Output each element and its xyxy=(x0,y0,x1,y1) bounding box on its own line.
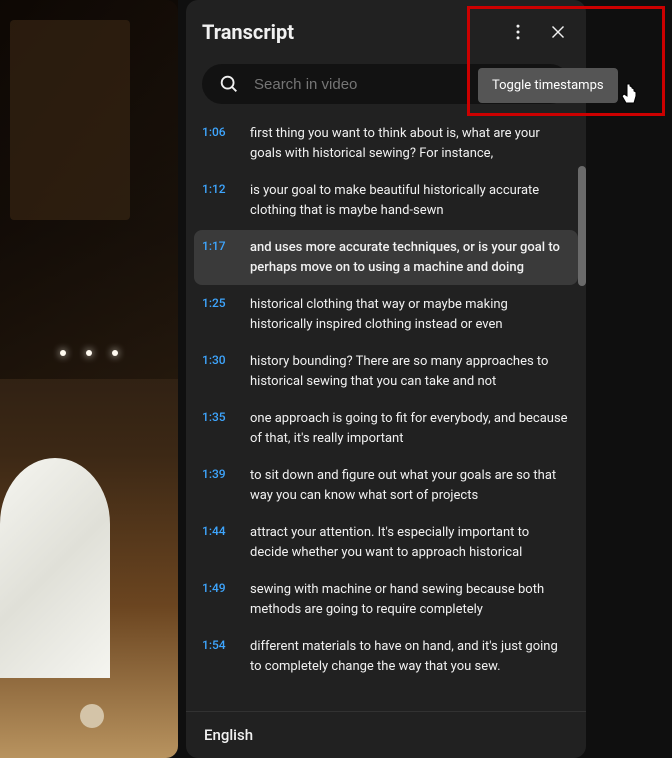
timestamp[interactable]: 1:25 xyxy=(202,295,242,334)
transcript-row[interactable]: 1:25historical clothing that way or mayb… xyxy=(194,287,578,342)
transcript-list[interactable]: 1:06first thing you want to think about … xyxy=(186,116,586,711)
close-button[interactable] xyxy=(538,12,578,52)
toggle-timestamps-menu-item[interactable]: Toggle timestamps xyxy=(478,68,618,103)
transcript-row[interactable]: 1:54different materials to have on hand,… xyxy=(194,629,578,684)
transcript-text: different materials to have on hand, and… xyxy=(242,637,570,676)
search-icon xyxy=(218,73,240,95)
language-selector[interactable]: English xyxy=(204,726,568,744)
timestamp[interactable]: 1:54 xyxy=(202,637,242,676)
transcript-row[interactable]: 1:30history bounding? There are so many … xyxy=(194,344,578,399)
transcript-text: sewing with machine or hand sewing becau… xyxy=(242,580,570,619)
close-icon xyxy=(547,21,569,43)
transcript-text: to sit down and figure out what your goa… xyxy=(242,466,570,505)
panel-title: Transcript xyxy=(202,20,498,44)
transcript-row[interactable]: 1:17and uses more accurate techniques, o… xyxy=(194,230,578,285)
timestamp[interactable]: 1:39 xyxy=(202,466,242,505)
transcript-row[interactable]: 1:06first thing you want to think about … xyxy=(194,116,578,171)
transcript-text: and uses more accurate techniques, or is… xyxy=(242,238,570,277)
transcript-text: one approach is going to fit for everybo… xyxy=(242,409,570,448)
timestamp[interactable]: 1:44 xyxy=(202,523,242,562)
panel-header: Transcript xyxy=(186,0,586,60)
timestamp[interactable]: 1:30 xyxy=(202,352,242,391)
transcript-text: attract your attention. It's especially … xyxy=(242,523,570,562)
transcript-text: history bounding? There are so many appr… xyxy=(242,352,570,391)
transcript-row[interactable]: 1:44attract your attention. It's especia… xyxy=(194,515,578,570)
scrollbar-thumb[interactable] xyxy=(578,166,586,286)
video-thumbnail xyxy=(0,0,178,758)
transcript-row[interactable]: 1:12is your goal to make beautiful histo… xyxy=(194,173,578,228)
timestamp[interactable]: 1:12 xyxy=(202,181,242,220)
timestamp[interactable]: 1:35 xyxy=(202,409,242,448)
kebab-menu-icon xyxy=(508,22,528,42)
transcript-text: historical clothing that way or maybe ma… xyxy=(242,295,570,334)
video-foreground-cloth xyxy=(0,458,110,678)
transcript-text: first thing you want to think about is, … xyxy=(242,124,570,163)
transcript-row[interactable]: 1:35one approach is going to fit for eve… xyxy=(194,401,578,456)
timestamp[interactable]: 1:17 xyxy=(202,238,242,277)
video-background-shelf xyxy=(10,20,130,220)
timestamp[interactable]: 1:49 xyxy=(202,580,242,619)
channel-avatar[interactable] xyxy=(80,704,104,728)
tooltip-text: Toggle timestamps xyxy=(492,78,604,93)
transcript-text: is your goal to make beautiful historica… xyxy=(242,181,570,220)
more-options-button[interactable] xyxy=(498,12,538,52)
video-lights xyxy=(60,350,118,356)
panel-footer: English xyxy=(186,711,586,758)
transcript-row[interactable]: 1:49sewing with machine or hand sewing b… xyxy=(194,572,578,627)
transcript-panel: Transcript 1:06first thing you want to t… xyxy=(186,0,586,758)
transcript-row[interactable]: 1:39to sit down and figure out what your… xyxy=(194,458,578,513)
cursor-pointer-icon xyxy=(620,82,640,106)
timestamp[interactable]: 1:06 xyxy=(202,124,242,163)
